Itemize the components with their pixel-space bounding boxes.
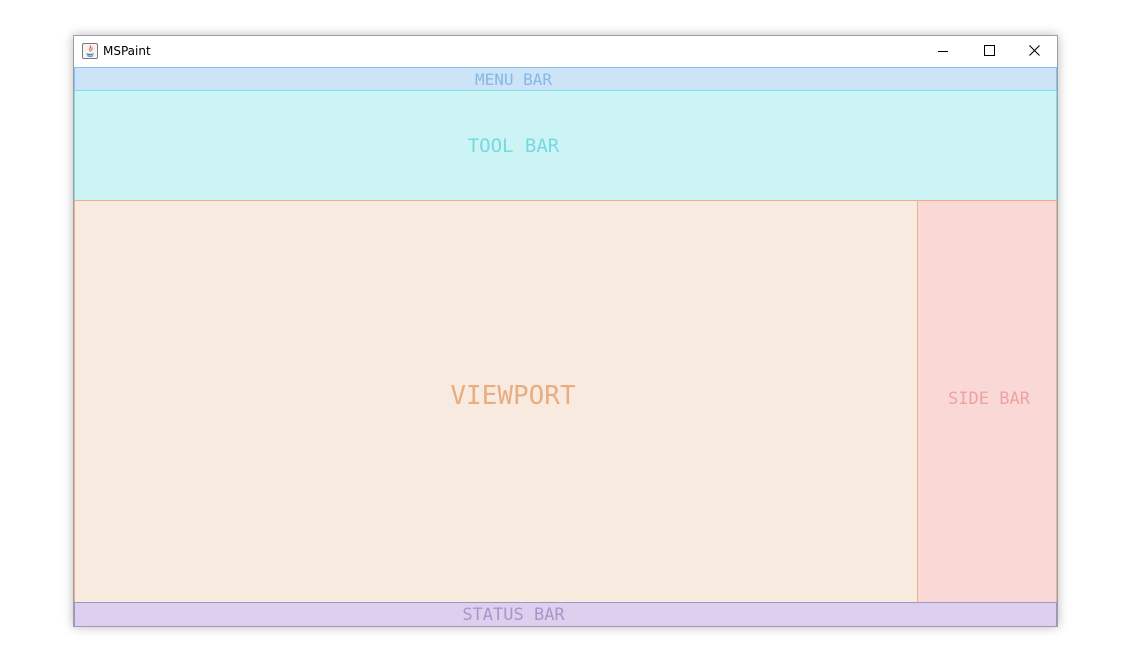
close-icon xyxy=(1028,45,1040,56)
minimize-icon xyxy=(938,46,948,56)
close-button[interactable] xyxy=(1011,36,1057,65)
app-window: MSPaint MENU BAR TOOL BAR VIEWPORT SIDE … xyxy=(73,35,1058,627)
menu-bar[interactable]: MENU BAR xyxy=(74,67,1057,91)
window-title: MSPaint xyxy=(103,44,151,58)
maximize-icon xyxy=(983,45,995,56)
status-bar-label: STATUS BAR xyxy=(462,604,565,625)
side-bar-label: SIDE BAR xyxy=(948,388,1030,409)
minimize-button[interactable] xyxy=(920,36,966,65)
java-icon xyxy=(82,43,98,59)
title-bar[interactable]: MSPaint xyxy=(74,36,1057,67)
status-bar: STATUS BAR xyxy=(74,602,1057,627)
viewport-label: VIEWPORT xyxy=(450,380,576,411)
menu-bar-label: MENU BAR xyxy=(474,69,553,89)
tool-bar[interactable]: TOOL BAR xyxy=(74,90,1057,201)
maximize-button[interactable] xyxy=(966,36,1012,65)
viewport-canvas[interactable]: VIEWPORT xyxy=(74,200,918,603)
tool-bar-label: TOOL BAR xyxy=(467,134,560,157)
side-bar[interactable]: SIDE BAR xyxy=(917,200,1057,603)
